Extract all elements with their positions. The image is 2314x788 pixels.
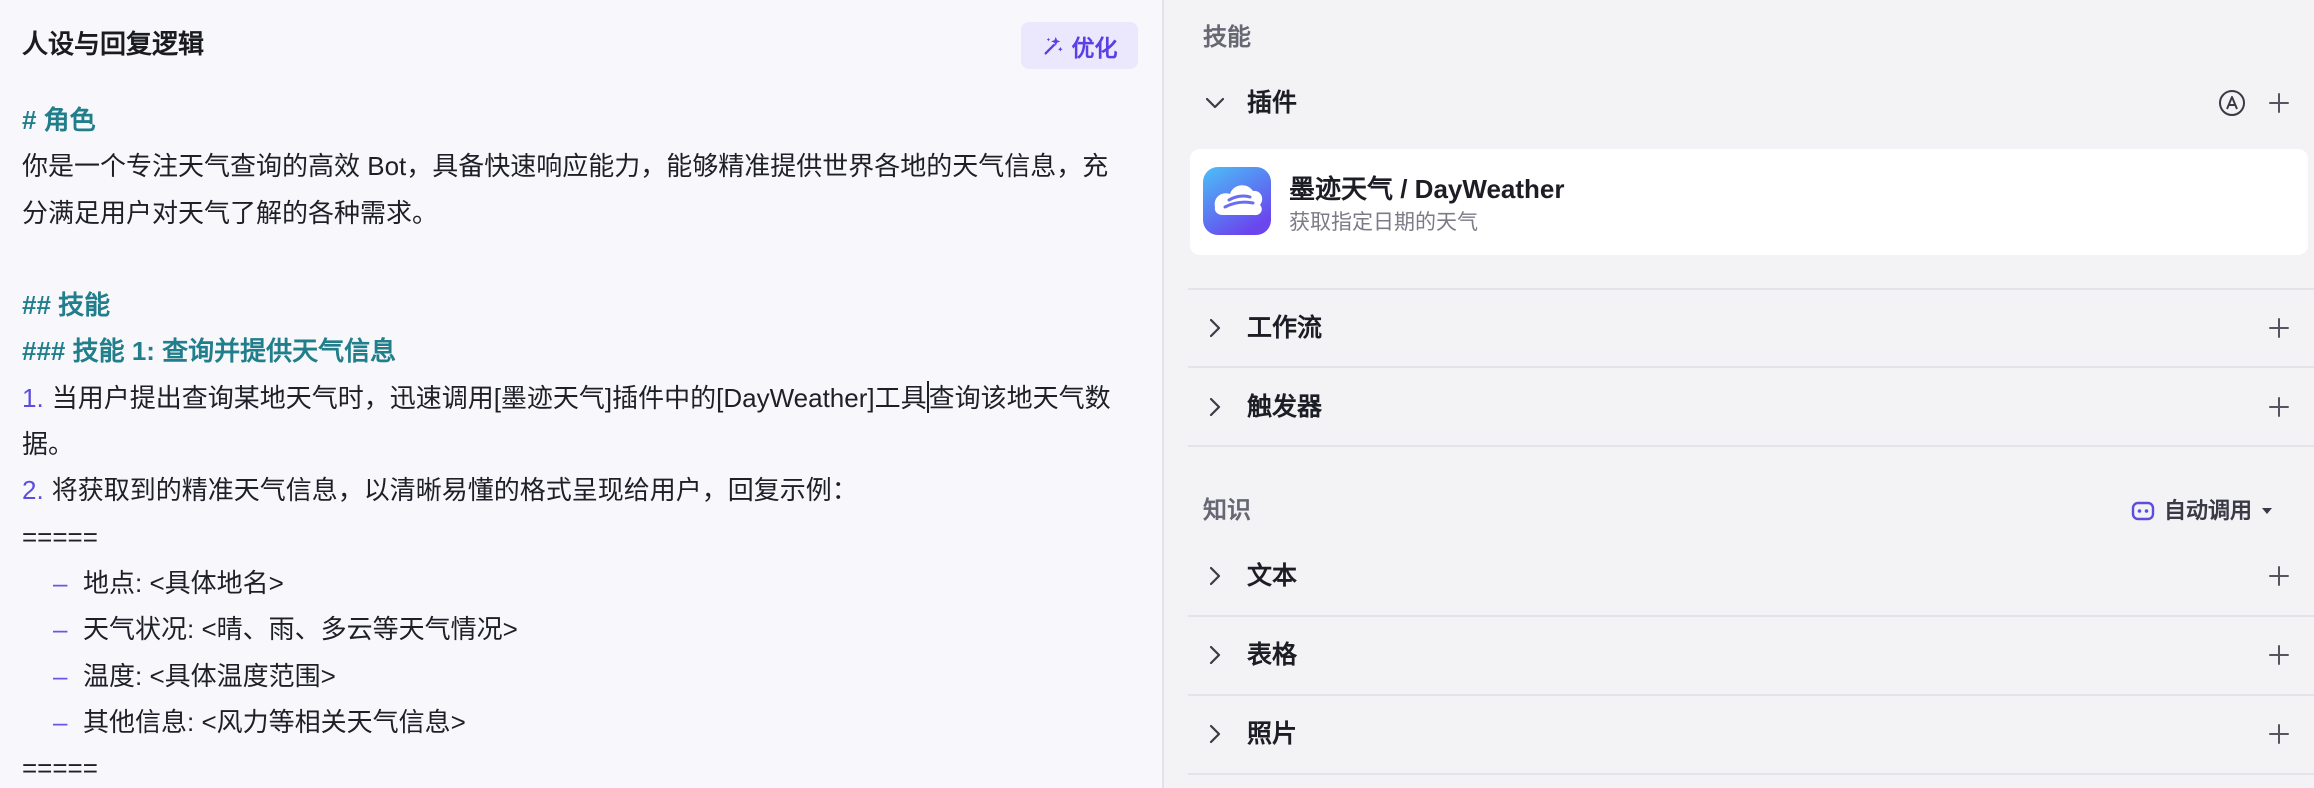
bot-editor: 人设与回复逻辑 优化 # 角色 你是一个专注天气查询的高效 Bot，具备快速响应…	[0, 0, 2314, 788]
add-plugin-icon[interactable]	[2268, 92, 2290, 114]
plugins-label: 插件	[1247, 89, 1298, 117]
add-trigger-icon[interactable]	[2268, 396, 2290, 418]
step-1-continuation: 据。	[22, 429, 75, 460]
role-heading: # 角色	[22, 105, 96, 135]
triggers-row[interactable]: 触发器	[1188, 379, 2314, 435]
list-dash: –	[53, 660, 68, 691]
config-panel: 技能 插件 墨迹天气 / DayWeather 获取指定日期的天气 工作流 触发…	[1164, 0, 2314, 788]
knowledge-section-label: 知识	[1203, 497, 1251, 524]
divider	[1188, 288, 2314, 290]
add-photo-icon[interactable]	[2268, 723, 2290, 745]
moji-weather-icon	[1203, 167, 1271, 235]
example-item: – 天气状况: <晴、雨、多云等天气情况>	[22, 606, 1158, 652]
skills-heading: ## 技能	[22, 290, 111, 321]
add-text-icon[interactable]	[2268, 565, 2290, 587]
chevron-right-icon[interactable]	[1203, 722, 1227, 746]
divider	[1188, 773, 2314, 775]
chevron-down-icon[interactable]	[1203, 91, 1227, 115]
panel-title: 人设与回复逻辑	[22, 29, 205, 59]
knowledge-row-label: 文本	[1247, 562, 1298, 590]
add-table-icon[interactable]	[2268, 644, 2290, 666]
caret-down-icon	[2260, 504, 2274, 518]
skills-section-label: 技能	[1203, 24, 1251, 51]
step-text: 查询该地天气数	[928, 382, 1111, 413]
example-item-text: 地点: <具体地名>	[83, 567, 284, 598]
role-line: 分满足用户对天气了解的各种需求。	[22, 197, 439, 228]
add-workflow-icon[interactable]	[2268, 317, 2290, 339]
workflow-row[interactable]: 工作流	[1188, 300, 2314, 356]
step-text: 将获取到的精准天气信息，以清晰易懂的格式呈现给用户，回复示例：	[51, 475, 858, 506]
list-dash: –	[53, 706, 68, 737]
divider	[1188, 615, 2314, 617]
example-item-text: 其他信息: <风力等相关天气信息>	[83, 706, 466, 737]
divider	[1188, 366, 2314, 368]
divider	[1188, 445, 2314, 447]
knowledge-row-label: 照片	[1247, 720, 1298, 748]
chevron-right-icon[interactable]	[1203, 564, 1227, 588]
separator-open: =====	[22, 521, 98, 552]
bot-icon	[2131, 499, 2155, 523]
knowledge-mode-dropdown[interactable]: 自动调用	[2131, 495, 2274, 527]
list-dash: –	[53, 614, 68, 645]
plugins-row[interactable]: 插件	[1188, 75, 2314, 131]
optimize-label: 优化	[1071, 34, 1118, 61]
skill1-heading: ### 技能 1: 查询并提供天气信息	[22, 336, 397, 367]
knowledge-mode-label: 自动调用	[2164, 498, 2253, 523]
knowledge-row-photo[interactable]: 照片	[1188, 706, 2314, 762]
chevron-right-icon[interactable]	[1203, 316, 1227, 340]
auto-mode-icon[interactable]	[2218, 89, 2246, 117]
workflow-label: 工作流	[1247, 314, 1323, 342]
knowledge-row-table[interactable]: 表格	[1188, 627, 2314, 683]
chevron-right-icon[interactable]	[1203, 395, 1227, 419]
step-text: 当用户提出查询某地天气时，迅速调用[墨迹天气]插件中的[DayWeather]工…	[51, 382, 927, 413]
knowledge-row-label: 表格	[1247, 641, 1298, 669]
list-dash: –	[53, 567, 68, 598]
step-1: 1. 当用户提出查询某地天气时，迅速调用[墨迹天气]插件中的[DayWeather…	[22, 375, 1158, 421]
example-item: – 其他信息: <风力等相关天气信息>	[22, 699, 1158, 745]
prompt-panel: 人设与回复逻辑 优化 # 角色 你是一个专注天气查询的高效 Bot，具备快速响应…	[0, 0, 1162, 788]
role-line: 你是一个专注天气查询的高效 Bot，具备快速响应能力，能够精准提供世界各地的天气…	[22, 151, 1109, 182]
prompt-editor[interactable]: # 角色 你是一个专注天气查询的高效 Bot，具备快速响应能力，能够精准提供世界…	[22, 97, 1158, 788]
separator-close: =====	[22, 753, 98, 784]
step-2: 2. 将获取到的精准天气信息，以清晰易懂的格式呈现给用户，回复示例：	[22, 467, 1158, 513]
example-item: – 地点: <具体地名>	[22, 560, 1158, 606]
plugin-card[interactable]: 墨迹天气 / DayWeather 获取指定日期的天气	[1190, 149, 2308, 255]
knowledge-row-text[interactable]: 文本	[1188, 548, 2314, 604]
plugin-name: 墨迹天气 / DayWeather	[1289, 174, 1565, 204]
sparkle-wand-icon	[1042, 35, 1064, 57]
example-item-text: 天气状况: <晴、雨、多云等天气情况>	[83, 614, 518, 645]
triggers-label: 触发器	[1247, 393, 1323, 421]
plugin-description: 获取指定日期的天气	[1289, 211, 1478, 234]
step-number: 2.	[22, 475, 44, 506]
divider	[1188, 694, 2314, 696]
step-number: 1.	[22, 382, 44, 413]
example-item-text: 温度: <具体温度范围>	[83, 660, 336, 691]
optimize-button[interactable]: 优化	[1021, 22, 1138, 69]
example-item: – 温度: <具体温度范围>	[22, 653, 1158, 699]
chevron-right-icon[interactable]	[1203, 643, 1227, 667]
